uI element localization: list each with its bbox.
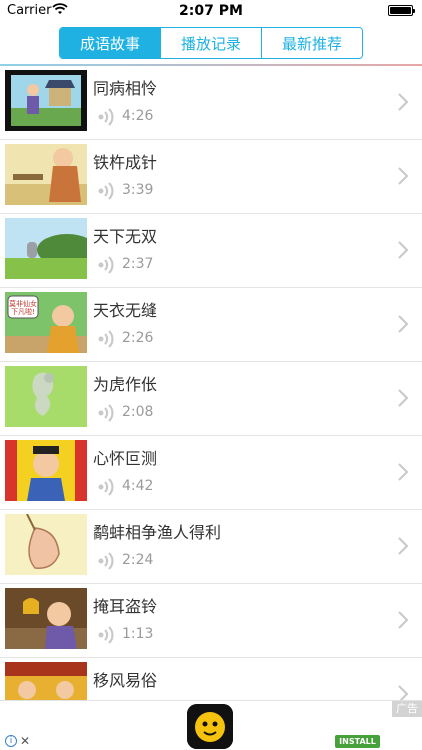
install-button[interactable]: INSTALL <box>335 735 380 748</box>
speaker-icon <box>98 552 114 570</box>
thumb-caption-line-2: 下凡啦! <box>11 307 35 316</box>
battery-icon <box>388 5 415 16</box>
close-icon[interactable]: ✕ <box>20 734 32 748</box>
story-thumbnail <box>5 662 87 700</box>
tab-idiom-stories[interactable]: 成语故事 <box>60 28 160 58</box>
list-item[interactable]: 掩耳盗铃 1:13 <box>0 584 422 658</box>
chevron-right-icon <box>398 685 408 700</box>
ad-banner[interactable]: i ✕ 广告 INSTALL <box>0 700 422 750</box>
speaker-icon <box>98 256 114 274</box>
speaker-icon <box>98 626 114 644</box>
story-duration: 2:24 <box>122 552 154 568</box>
list-item[interactable]: 为虎作伥 2:08 <box>0 362 422 436</box>
story-title: 掩耳盗铃 <box>93 597 158 616</box>
story-thumbnail <box>5 366 87 427</box>
chevron-right-icon <box>398 241 408 259</box>
story-title: 移风易俗 <box>93 671 158 690</box>
tab-latest-recommend[interactable]: 最新推荐 <box>261 28 362 58</box>
list-item[interactable]: 天下无双 2:37 <box>0 214 422 288</box>
story-duration: 3:39 <box>122 182 154 198</box>
chevron-right-icon <box>398 93 408 111</box>
chevron-right-icon <box>398 167 408 185</box>
list-item[interactable]: 同病相怜 4:26 <box>0 66 422 140</box>
status-bar: Carrier 2:07 PM <box>0 0 422 22</box>
story-duration: 4:42 <box>122 478 154 494</box>
speaker-icon <box>98 108 114 126</box>
story-title: 同病相怜 <box>93 79 158 98</box>
story-list: 同病相怜 4:26 铁杵成针 3:39 天下无双 2:37 莫非仙女 下凡啦! … <box>0 66 422 700</box>
story-title: 铁杵成针 <box>93 153 158 172</box>
speaker-icon <box>98 182 114 200</box>
story-title: 天下无双 <box>93 227 158 246</box>
story-duration: 1:13 <box>122 626 154 642</box>
story-title: 为虎作伥 <box>93 375 158 394</box>
story-thumbnail <box>5 588 87 649</box>
thumb-caption-line-1: 莫非仙女 <box>9 299 37 308</box>
ad-tag: 广告 <box>392 701 422 717</box>
info-icon[interactable]: i <box>5 735 17 747</box>
story-thumbnail <box>5 218 87 279</box>
segmented-tabs: 成语故事 播放记录 最新推荐 <box>59 27 363 59</box>
list-item[interactable]: 心怀叵测 4:42 <box>0 436 422 510</box>
story-thumbnail <box>5 440 87 501</box>
chevron-right-icon <box>398 315 408 333</box>
list-item[interactable]: 莫非仙女 下凡啦! 天衣无缝 2:26 <box>0 288 422 362</box>
tab-play-history[interactable]: 播放记录 <box>160 28 261 58</box>
story-thumbnail: 莫非仙女 下凡啦! <box>5 292 87 353</box>
list-item[interactable]: 移风易俗 <box>0 658 422 700</box>
story-thumbnail <box>5 70 87 131</box>
chevron-right-icon <box>398 463 408 481</box>
list-item[interactable]: 铁杵成针 3:39 <box>0 140 422 214</box>
story-thumbnail <box>5 144 87 205</box>
speaker-icon <box>98 404 114 422</box>
story-title: 心怀叵测 <box>93 449 158 468</box>
story-duration: 2:26 <box>122 330 154 346</box>
story-duration: 2:08 <box>122 404 154 420</box>
story-duration: 4:26 <box>122 108 154 124</box>
chevron-right-icon <box>398 611 408 629</box>
list-item[interactable]: 鹬蚌相争渔人得利 2:24 <box>0 510 422 584</box>
clock: 2:07 PM <box>179 3 243 19</box>
story-thumbnail <box>5 514 87 575</box>
speaker-icon <box>98 478 114 496</box>
chevron-right-icon <box>398 537 408 555</box>
speaker-icon <box>98 330 114 348</box>
app-icon[interactable] <box>187 704 233 749</box>
story-title: 鹬蚌相争渔人得利 <box>93 523 222 542</box>
story-duration: 2:37 <box>122 256 154 272</box>
story-title: 天衣无缝 <box>93 301 158 320</box>
chevron-right-icon <box>398 389 408 407</box>
